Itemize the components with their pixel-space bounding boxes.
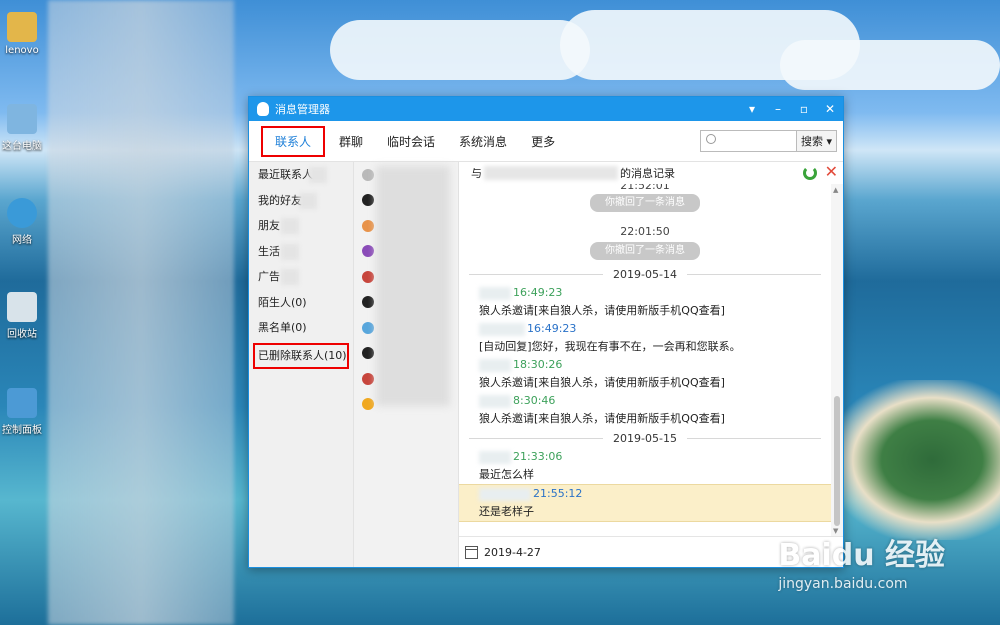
island [830, 380, 1000, 540]
calendar-icon[interactable] [465, 545, 478, 559]
blurred-count [281, 269, 299, 285]
tab-more[interactable]: 更多 [521, 127, 565, 156]
blurred-sender [479, 450, 511, 464]
selected-date[interactable]: 2019-4-27 [484, 546, 541, 559]
network-globe-icon [7, 198, 37, 228]
tab-group-chat[interactable]: 群聊 [329, 127, 373, 156]
message: 21:33:06 最近怎么样 [459, 448, 831, 484]
message: 18:30:26 狼人杀邀请[来自狼人杀，请使用新版手机QQ查看] [459, 356, 831, 392]
category-life[interactable]: 生活 [249, 239, 353, 265]
recall-notice: 你撤回了一条消息 [590, 242, 700, 260]
message: 16:49:23 狼人杀邀请[来自狼人杀，请使用新版手机QQ查看] [459, 284, 831, 320]
message-text: 狼人杀邀请[来自狼人杀，请使用新版手机QQ查看] [479, 412, 725, 425]
avatar [362, 372, 374, 385]
category-strangers[interactable]: 陌生人(0) [249, 290, 353, 316]
message-text: 最近怎么样 [479, 468, 534, 481]
avatar [362, 245, 374, 258]
tab-temp-session[interactable]: 临时会话 [377, 127, 445, 156]
message-time: 16:49:23 [527, 322, 577, 335]
category-recent[interactable]: 最近联系人 [249, 162, 353, 188]
title-bar: 消息管理器 ▾ – ▫ ✕ [249, 97, 843, 121]
tab-contacts[interactable]: 联系人 [261, 125, 326, 157]
refresh-icon[interactable] [803, 166, 817, 180]
message-time: 8:30:46 [513, 394, 556, 407]
message-selected[interactable]: 21:55:12 还是老样子 [459, 484, 831, 522]
desktop-icon-control-panel[interactable]: 控制面板 [0, 388, 44, 436]
message: 16:49:23 [自动回复]您好，我现在有事不在，一会再和您联系。 [459, 320, 831, 356]
message-manager-window: 消息管理器 ▾ – ▫ ✕ 联系人 群聊 临时会话 系统消息 更多 搜索 ▾ 最… [248, 96, 844, 568]
blurred-sender [479, 487, 531, 501]
close-button[interactable]: ✕ [817, 102, 843, 116]
recall-notice: 你撤回了一条消息 [590, 194, 700, 212]
cloud [330, 20, 590, 80]
message-time: 18:30:26 [513, 358, 563, 371]
category-ads[interactable]: 广告 [249, 264, 353, 290]
blurred-count [299, 192, 317, 209]
search-icon [705, 134, 716, 144]
delete-icon[interactable]: ✕ [825, 162, 838, 181]
blurred-sender [479, 322, 525, 336]
message-time: 21:55:12 [533, 487, 583, 500]
blurred-sender [479, 394, 511, 408]
maximize-button[interactable]: ▫ [791, 102, 817, 116]
scrollbar[interactable]: ▲ ▼ [831, 184, 843, 537]
blurred-sender [479, 286, 511, 300]
blurred-region [48, 0, 234, 625]
message-text: 狼人杀邀请[来自狼人杀，请使用新版手机QQ查看] [479, 376, 725, 389]
message-text: 还是老样子 [479, 505, 534, 518]
recycle-bin-icon [7, 292, 37, 322]
avatar [362, 347, 374, 360]
category-friends[interactable]: 朋友 [249, 213, 353, 239]
message-time: 21:52:01 [620, 184, 670, 192]
blurred-contact-name [484, 166, 618, 180]
tab-system-messages[interactable]: 系统消息 [449, 127, 517, 156]
avatar [362, 296, 374, 309]
blurred-count [309, 167, 327, 183]
baidu-watermark: Baidu 经验 jingyan.baidu.com [778, 538, 945, 592]
avatar [362, 219, 374, 232]
scrollbar-thumb[interactable] [834, 396, 840, 526]
message-history: 21:52:01 你撤回了一条消息 22:01:50 你撤回了一条消息 2019… [459, 184, 831, 537]
message-time: 21:33:06 [513, 450, 563, 463]
window-title: 消息管理器 [275, 103, 330, 116]
desktop-icon-recycle-bin[interactable]: 回收站 [0, 292, 44, 340]
blurred-count [281, 243, 299, 260]
search-button[interactable]: 搜索 ▾ [795, 131, 836, 151]
date-separator: 2019-05-14 [459, 264, 831, 284]
message: 8:30:46 狼人杀邀请[来自狼人杀，请使用新版手机QQ查看] [459, 392, 831, 428]
blurred-count [281, 218, 299, 234]
cloud [780, 40, 1000, 90]
desktop-icon-network[interactable]: 网络 [0, 198, 44, 246]
message-text: 狼人杀邀请[来自狼人杀，请使用新版手机QQ查看] [479, 304, 725, 317]
message-text: [自动回复]您好，我现在有事不在，一会再和您联系。 [479, 340, 741, 353]
search-box: 搜索 ▾ [699, 130, 837, 152]
qq-penguin-icon [257, 102, 269, 116]
desktop-icon-lenovo[interactable]: lenovo [0, 12, 44, 56]
avatar [362, 398, 374, 411]
contact-list [354, 162, 459, 567]
avatar [362, 270, 374, 283]
conversation-panel: 与 的消息记录 ✕ 21:52:01 你撤回了一条消息 22:01:50 你撤回… [459, 162, 843, 567]
avatar [362, 321, 374, 334]
scroll-up-icon[interactable]: ▲ [833, 186, 838, 194]
avatar [362, 168, 374, 181]
category-my-friends[interactable]: 我的好友 [249, 188, 353, 214]
computer-icon [7, 104, 37, 134]
minimize-button[interactable]: – [765, 102, 791, 116]
user-folder-icon [7, 12, 37, 42]
message-time: 22:01:50 [620, 225, 670, 238]
category-blacklist[interactable]: 黑名单(0) [249, 315, 353, 341]
blurred-names [376, 166, 450, 406]
message-time: 16:49:23 [513, 286, 563, 299]
tab-bar: 联系人 群聊 临时会话 系统消息 更多 搜索 ▾ [249, 121, 843, 162]
category-list: 最近联系人 我的好友 朋友 生活 广告 陌生人(0) 黑名单(0) 已删除联系人… [249, 162, 354, 567]
blurred-sender [479, 358, 511, 372]
avatar [362, 194, 374, 207]
menu-dropdown-button[interactable]: ▾ [739, 102, 765, 116]
desktop-icon-this-pc[interactable]: 这台电脑 [0, 104, 44, 152]
conversation-header: 与 的消息记录 [471, 166, 675, 180]
control-panel-icon [7, 388, 37, 418]
date-separator: 2019-05-15 [459, 428, 831, 448]
category-deleted-contacts[interactable]: 已删除联系人(10) [253, 342, 349, 369]
